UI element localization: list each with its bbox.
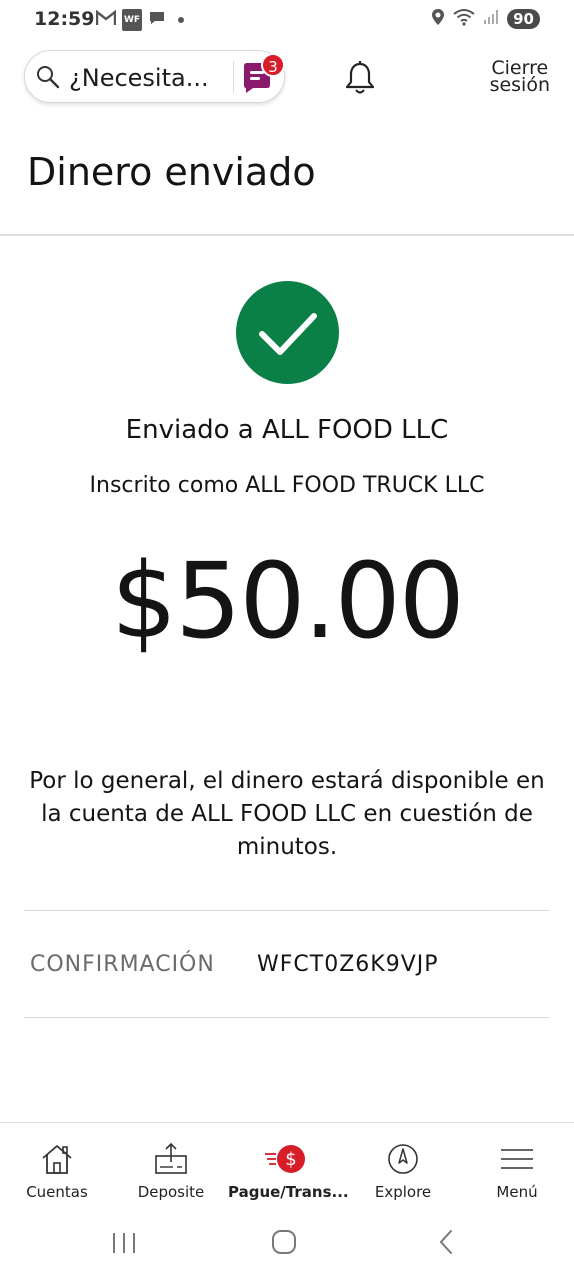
recipient-name: Enviado a ALL FOOD LLC (125, 415, 449, 445)
search-input[interactable]: ¿Necesita... (69, 64, 209, 92)
confirmation-label: CONFIRMACIÓN (30, 952, 215, 977)
bottom-navigation: Cuentas Deposite $ Pague/Trans... Explor… (0, 1122, 574, 1208)
pay-transfer-icon: $ (228, 1141, 342, 1177)
signal-icon (483, 9, 499, 29)
nav-item-menu[interactable]: Menú (460, 1123, 574, 1209)
nav-item-pague-transfiera[interactable]: $ Pague/Trans... (228, 1123, 349, 1209)
logout-label-line2: sesión (489, 74, 550, 96)
success-checkmark-icon (236, 281, 339, 384)
divider (24, 1017, 550, 1018)
confirmation-number: WFCT0Z6K9VJP (257, 952, 439, 977)
gmail-icon (95, 9, 117, 31)
nav-item-explore[interactable]: Explore (346, 1123, 460, 1209)
nav-label: Deposite (137, 1183, 205, 1201)
location-icon (431, 8, 445, 30)
transfer-amount: $50.00 (111, 540, 465, 662)
divider (24, 910, 550, 911)
status-notification-icons: WF (95, 9, 185, 31)
hamburger-menu-icon (460, 1141, 574, 1177)
nav-label: Explore (374, 1183, 432, 1201)
nav-item-deposite[interactable]: Deposite (114, 1123, 228, 1209)
search-divider (233, 61, 234, 93)
status-system-icons: 90 (431, 8, 540, 30)
recent-apps-icon[interactable] (110, 1230, 138, 1260)
svg-text:$: $ (285, 1149, 296, 1170)
system-navigation-bar (0, 1208, 574, 1280)
search-bar[interactable]: ¿Necesita... 3 (24, 50, 285, 103)
battery-indicator: 90 (507, 9, 540, 29)
chat-notification-icon (148, 10, 166, 31)
nav-label: Menú (496, 1183, 538, 1201)
bell-notifications-icon[interactable] (343, 60, 377, 100)
house-icon (0, 1141, 114, 1177)
availability-message: Por lo general, el dinero estará disponi… (29, 768, 545, 860)
deposit-icon (114, 1141, 228, 1177)
nav-label: Pague/Trans... (228, 1183, 349, 1201)
status-bar: 12:59 WF 90 (0, 0, 574, 40)
logout-button[interactable]: Cierre sesión (489, 59, 550, 96)
wf-app-icon: WF (122, 9, 143, 31)
chat-badge-count: 3 (261, 53, 285, 77)
nav-item-cuentas[interactable]: Cuentas (0, 1123, 114, 1209)
page-title: Dinero enviado (27, 150, 316, 194)
nav-label: Cuentas (26, 1183, 88, 1201)
header-divider (0, 234, 574, 236)
search-icon (35, 64, 61, 94)
status-time: 12:59 (34, 8, 95, 30)
enrolled-as-name: Inscrito como ALL FOOD TRUCK LLC (89, 473, 485, 498)
more-notifications-dot-icon (178, 17, 185, 23)
wifi-icon (453, 8, 475, 30)
home-icon[interactable] (270, 1228, 298, 1260)
compass-icon (346, 1141, 460, 1177)
back-icon[interactable] (434, 1228, 458, 1260)
